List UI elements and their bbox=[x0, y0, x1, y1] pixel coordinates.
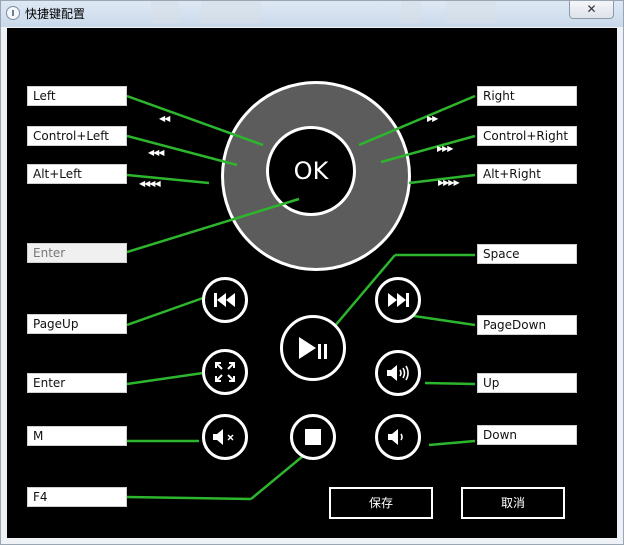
background-window-shade bbox=[401, 1, 421, 23]
background-window-shade bbox=[201, 1, 261, 23]
shortcut-field-stop[interactable]: F4 bbox=[27, 487, 127, 507]
fullscreen-icon bbox=[215, 362, 235, 382]
shortcut-field-space[interactable]: Space bbox=[477, 244, 577, 264]
close-button[interactable]: ✕ bbox=[569, 1, 614, 19]
volume-down-button[interactable] bbox=[375, 414, 421, 460]
window-title: 快捷键配置 bbox=[25, 7, 86, 21]
shortcut-field-control-right[interactable]: Control+Right bbox=[477, 126, 577, 146]
cancel-button[interactable]: 取消 bbox=[461, 487, 565, 519]
save-button[interactable]: 保存 bbox=[329, 487, 433, 519]
forward-1-label: ▶▶ bbox=[427, 114, 438, 123]
volume-up-button[interactable] bbox=[375, 350, 421, 396]
volume-up-icon bbox=[387, 365, 409, 381]
shortcut-field-left[interactable]: Left bbox=[27, 86, 127, 106]
rewind-2-label: ◀◀◀ bbox=[148, 148, 165, 157]
rewind-3-label: ◀◀◀◀ bbox=[139, 179, 161, 188]
shortcut-field-alt-left[interactable]: Alt+Left bbox=[27, 164, 127, 184]
shortcut-field-control-left[interactable]: Control+Left bbox=[27, 126, 127, 146]
config-panel: OK ◀◀ ◀◀◀ ◀◀◀◀ ▶▶ ▶▶▶ ▶▶▶▶ Left Control+… bbox=[7, 28, 617, 538]
skip-next-icon bbox=[388, 293, 409, 307]
shortcut-field-right[interactable]: Right bbox=[477, 86, 577, 106]
shortcut-config-window: 快捷键配置 ✕ OK ◀◀ ◀◀◀ ◀◀◀◀ ▶▶ ▶▶▶ ▶▶▶▶ Left … bbox=[0, 0, 624, 545]
title-bar[interactable]: 快捷键配置 ✕ bbox=[1, 1, 623, 27]
shortcut-field-alt-right[interactable]: Alt+Right bbox=[477, 164, 577, 184]
fullscreen-button[interactable] bbox=[202, 349, 248, 395]
shortcut-field-enter-ok: Enter bbox=[27, 243, 127, 263]
next-button[interactable] bbox=[375, 277, 421, 323]
play-pause-icon bbox=[299, 337, 327, 359]
previous-button[interactable] bbox=[202, 277, 248, 323]
skip-previous-icon bbox=[214, 293, 235, 307]
forward-3-label: ▶▶▶▶ bbox=[438, 178, 460, 187]
app-icon bbox=[6, 6, 20, 20]
volume-down-icon bbox=[388, 429, 403, 445]
shortcut-field-mute[interactable]: M bbox=[27, 426, 127, 446]
shortcut-field-page-down[interactable]: PageDown bbox=[477, 315, 577, 335]
shortcut-field-page-up[interactable]: PageUp bbox=[27, 314, 127, 334]
shortcut-field-fullscreen[interactable]: Enter bbox=[27, 373, 127, 393]
background-window-shade bbox=[151, 1, 179, 23]
mute-button[interactable] bbox=[202, 414, 248, 460]
stop-icon bbox=[305, 429, 321, 445]
shortcut-field-volume-down[interactable]: Down bbox=[477, 425, 577, 445]
mute-icon bbox=[213, 429, 234, 445]
forward-2-label: ▶▶▶ bbox=[437, 144, 454, 153]
rewind-1-label: ◀◀ bbox=[159, 114, 170, 123]
shortcut-field-volume-up[interactable]: Up bbox=[477, 373, 577, 393]
background-window-shade bbox=[446, 1, 496, 23]
stop-button[interactable] bbox=[290, 414, 336, 460]
play-pause-button[interactable] bbox=[280, 315, 346, 381]
